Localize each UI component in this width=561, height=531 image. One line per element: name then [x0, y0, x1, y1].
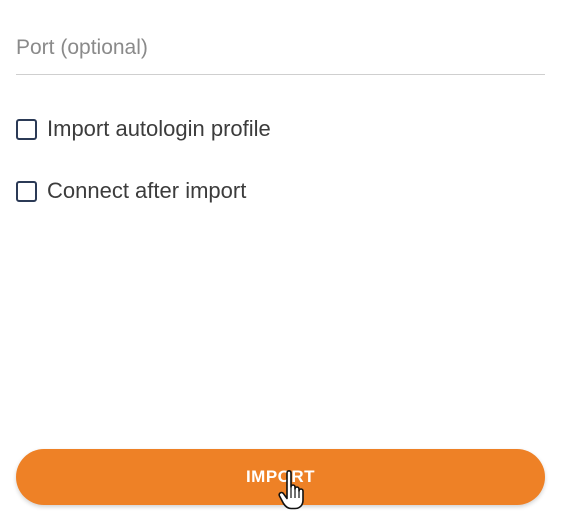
import-button[interactable]: IMPORT [16, 449, 545, 505]
import-autologin-option[interactable]: Import autologin profile [16, 114, 271, 144]
import-autologin-checkbox[interactable] [16, 118, 37, 140]
import-autologin-label: Import autologin profile [47, 116, 271, 141]
import-button-label: IMPORT [245, 467, 316, 486]
connect-after-import-label: Connect after import [47, 178, 247, 203]
port-field[interactable] [16, 28, 545, 75]
port-input[interactable] [16, 28, 545, 68]
connect-after-import-option[interactable]: Connect after import [16, 176, 246, 206]
connect-after-import-checkbox[interactable] [16, 180, 37, 202]
